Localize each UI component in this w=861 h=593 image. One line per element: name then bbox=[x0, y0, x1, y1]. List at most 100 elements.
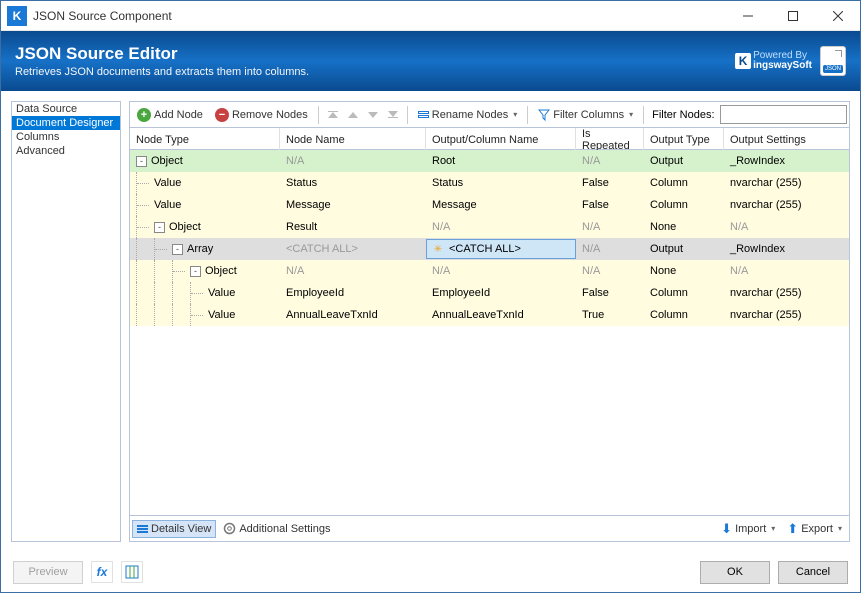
banner-logo-area: K Powered By ingswaySoft JSON bbox=[735, 46, 846, 76]
chevron-down-icon: ▾ bbox=[629, 110, 633, 119]
output-type-cell: Column bbox=[644, 194, 724, 216]
banner-subtitle: Retrieves JSON documents and extracts th… bbox=[15, 66, 735, 78]
grid-row[interactable]: ValueAnnualLeaveTxnIdAnnualLeaveTxnIdTru… bbox=[130, 304, 849, 326]
toolbar-separator bbox=[407, 106, 408, 124]
output-type-cell: Column bbox=[644, 304, 724, 326]
output-type-cell: None bbox=[644, 260, 724, 282]
tree-expander[interactable]: - bbox=[190, 266, 201, 277]
output-column-cell: Message bbox=[426, 194, 576, 216]
node-type-label: Object bbox=[151, 155, 183, 167]
output-settings-cell: nvarchar (255) bbox=[724, 172, 849, 194]
details-view-button[interactable]: Details View bbox=[132, 520, 216, 538]
col-header-output-column[interactable]: Output/Column Name bbox=[426, 128, 576, 152]
filter-columns-button[interactable]: Filter Columns ▾ bbox=[533, 106, 638, 124]
grid-row[interactable]: ValueEmployeeIdEmployeeIdFalseColumnnvar… bbox=[130, 282, 849, 304]
plus-icon: + bbox=[137, 108, 151, 122]
ok-button[interactable]: OK bbox=[700, 561, 770, 584]
sidebar-item[interactable]: Data Source bbox=[12, 102, 120, 116]
output-type-cell: Output bbox=[644, 150, 724, 172]
columns-icon[interactable] bbox=[121, 561, 143, 583]
banner: JSON Source Editor Retrieves JSON docume… bbox=[1, 31, 860, 91]
grid-row[interactable]: ValueMessageMessageFalseColumnnvarchar (… bbox=[130, 194, 849, 216]
window-controls bbox=[725, 1, 860, 31]
col-header-is-repeated[interactable]: Is Repeated bbox=[576, 128, 644, 152]
move-top-button[interactable] bbox=[324, 108, 342, 121]
col-header-output-settings[interactable]: Output Settings bbox=[724, 128, 849, 152]
preview-button[interactable]: Preview bbox=[13, 561, 83, 584]
col-header-node-type[interactable]: Node Type bbox=[130, 128, 280, 152]
output-column-cell[interactable]: ✳<CATCH ALL> bbox=[426, 239, 576, 259]
is-repeated-cell: N/A bbox=[576, 238, 644, 260]
output-settings-cell: nvarchar (255) bbox=[724, 282, 849, 304]
grid-row[interactable]: -ObjectN/AN/AN/ANoneN/A bbox=[130, 260, 849, 282]
node-name-cell: N/A bbox=[280, 260, 426, 282]
output-settings-cell: N/A bbox=[724, 216, 849, 238]
toolbar-separator bbox=[527, 106, 528, 124]
node-name-cell: EmployeeId bbox=[280, 282, 426, 304]
sidebar-item[interactable]: Columns bbox=[12, 130, 120, 144]
toolbar-separator bbox=[643, 106, 644, 124]
chevron-down-icon: ▾ bbox=[838, 524, 842, 533]
sidebar-item[interactable]: Advanced bbox=[12, 144, 120, 158]
output-type-cell: Output bbox=[644, 238, 724, 260]
details-icon bbox=[137, 525, 148, 533]
grid-row[interactable]: -ObjectResultN/AN/ANoneN/A bbox=[130, 216, 849, 238]
grid-row[interactable]: -Array <CATCH ALL>✳<CATCH ALL>N/AOutput_R… bbox=[130, 238, 849, 260]
grid-row[interactable]: ValueStatusStatusFalseColumnnvarchar (25… bbox=[130, 172, 849, 194]
main-panel: + Add Node − Remove Nodes bbox=[129, 101, 850, 542]
window-title: JSON Source Component bbox=[33, 9, 725, 23]
rename-icon bbox=[418, 111, 429, 118]
chevron-down-icon: ▾ bbox=[771, 524, 775, 533]
node-name-cell: AnnualLeaveTxnId bbox=[280, 304, 426, 326]
is-repeated-cell: N/A bbox=[576, 150, 644, 172]
output-settings-cell: _RowIndex bbox=[724, 238, 849, 260]
node-name-cell: Status bbox=[280, 172, 426, 194]
export-icon: ⬆ bbox=[787, 521, 798, 537]
node-type-label: Value bbox=[154, 177, 181, 189]
minimize-button[interactable] bbox=[725, 1, 770, 31]
output-type-cell: None bbox=[644, 216, 724, 238]
logo-brand-name: ingswaySoft bbox=[753, 61, 812, 71]
filter-nodes-label: Filter Nodes: bbox=[649, 109, 717, 121]
banner-title: JSON Source Editor bbox=[15, 44, 735, 64]
col-header-output-type[interactable]: Output Type bbox=[644, 128, 724, 152]
tree-expander[interactable]: - bbox=[154, 222, 165, 233]
funnel-icon bbox=[538, 109, 550, 121]
col-header-node-name[interactable]: Node Name bbox=[280, 128, 426, 152]
tree-expander[interactable]: - bbox=[136, 156, 147, 167]
close-button[interactable] bbox=[815, 1, 860, 31]
is-repeated-cell: False bbox=[576, 172, 644, 194]
footbar: Details View Additional Settings ⬇ Impor… bbox=[130, 515, 849, 541]
remove-nodes-button[interactable]: − Remove Nodes bbox=[210, 105, 313, 125]
formula-icon[interactable]: fx bbox=[91, 561, 113, 583]
grid-row[interactable]: -ObjectN/ARootN/AOutput_RowIndex bbox=[130, 150, 849, 172]
body: Data SourceDocument DesignerColumnsAdvan… bbox=[1, 91, 860, 552]
move-bottom-button[interactable] bbox=[384, 108, 402, 121]
tree-expander[interactable]: - bbox=[172, 244, 183, 255]
node-type-label: Object bbox=[169, 221, 201, 233]
output-column-cell: N/A bbox=[426, 260, 576, 282]
sidebar-item[interactable]: Document Designer bbox=[12, 116, 120, 130]
additional-settings-button[interactable]: Additional Settings bbox=[218, 519, 335, 538]
filter-nodes-input[interactable] bbox=[720, 105, 848, 124]
node-type-label: Array bbox=[187, 243, 213, 255]
grid-body[interactable]: -ObjectN/ARootN/AOutput_RowIndexValueSta… bbox=[130, 150, 849, 515]
import-button[interactable]: ⬇ Import ▾ bbox=[716, 518, 780, 540]
toolbar: + Add Node − Remove Nodes bbox=[130, 102, 849, 128]
minus-icon: − bbox=[215, 108, 229, 122]
node-type-label: Value bbox=[208, 287, 235, 299]
add-node-button[interactable]: + Add Node bbox=[132, 105, 208, 125]
node-name-cell: <CATCH ALL> bbox=[280, 238, 426, 260]
gear-icon bbox=[223, 522, 236, 535]
cancel-button[interactable]: Cancel bbox=[778, 561, 848, 584]
move-down-button[interactable] bbox=[364, 109, 382, 121]
maximize-button[interactable] bbox=[770, 1, 815, 31]
move-up-button[interactable] bbox=[344, 109, 362, 121]
export-button[interactable]: ⬆ Export ▾ bbox=[782, 518, 847, 540]
sidebar: Data SourceDocument DesignerColumnsAdvan… bbox=[11, 101, 121, 542]
is-repeated-cell: N/A bbox=[576, 260, 644, 282]
chevron-down-icon: ▾ bbox=[513, 110, 517, 119]
rename-nodes-button[interactable]: Rename Nodes ▾ bbox=[413, 106, 522, 124]
import-icon: ⬇ bbox=[721, 521, 732, 537]
node-type-label: Value bbox=[154, 199, 181, 211]
